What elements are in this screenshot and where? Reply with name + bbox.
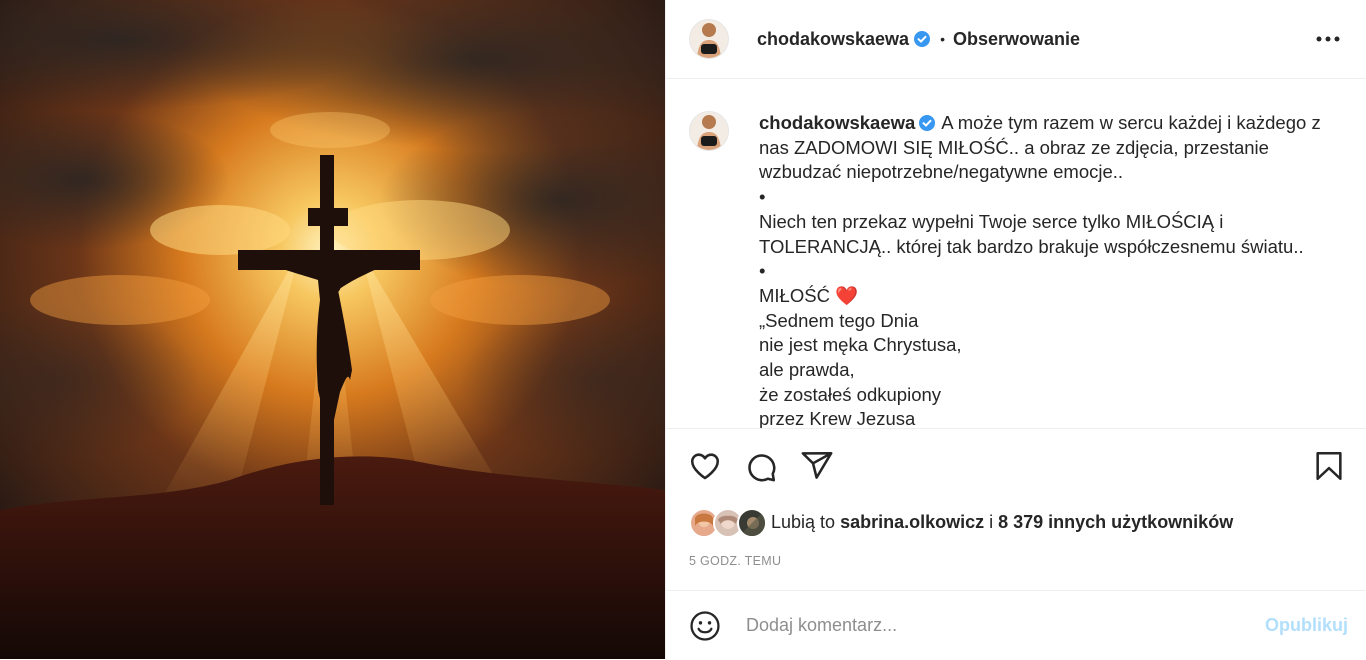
- comment-input[interactable]: [744, 614, 1228, 637]
- post-timestamp[interactable]: 5 GODZ. TEMU: [689, 554, 781, 568]
- author-avatar[interactable]: [689, 19, 729, 59]
- caption-line: wzbudzać niepotrzebne/negatywne emocje..: [759, 161, 1124, 183]
- caption-line: nas ZADOMOWI SIĘ MIŁOŚĆ.. a obraz ze zdj…: [759, 136, 1269, 158]
- post-photo[interactable]: [0, 0, 665, 659]
- caption-bullet: •: [759, 186, 766, 208]
- verified-badge-icon: [914, 31, 931, 47]
- post-header: chodakowskaewa • Obserwowanie: [666, 0, 1366, 79]
- author-username[interactable]: chodakowskaewa: [757, 29, 909, 50]
- sunset-crucifix-image: [0, 0, 665, 659]
- liker-avatar: [737, 508, 767, 538]
- comments-scroll-area[interactable]: chodakowskaewa A może tym razem w sercu k…: [666, 79, 1366, 429]
- separator-dot: •: [940, 31, 945, 47]
- likes-count-link[interactable]: 8 379 innych użytkowników: [998, 512, 1233, 533]
- verified-badge-icon: [919, 113, 936, 131]
- comment-bubble-icon[interactable]: [744, 449, 778, 483]
- bookmark-icon[interactable]: [1312, 449, 1346, 483]
- add-comment-bar: Opublikuj: [666, 590, 1366, 660]
- caption-line: przez Krew Jezusa: [759, 408, 916, 429]
- post-side-panel: chodakowskaewa • Obserwowanie chodakowsk…: [665, 0, 1366, 659]
- caption-line: „Sednem tego Dnia: [759, 309, 919, 331]
- caption-line: MIŁOŚĆ ❤️: [759, 284, 859, 306]
- caption-line: ale prawda,: [759, 359, 855, 381]
- publish-button[interactable]: Opublikuj: [1265, 615, 1348, 636]
- post-view: chodakowskaewa • Obserwowanie chodakowsk…: [0, 0, 1366, 659]
- following-button[interactable]: Obserwowanie: [953, 29, 1080, 50]
- caption-author-avatar[interactable]: [689, 111, 729, 151]
- caption-line: TOLERANCJĄ.. której tak bardzo brakuje w…: [759, 235, 1304, 257]
- actions-divider: [666, 428, 1366, 429]
- caption-line: Niech ten przekaz wypełni Twoje serce ty…: [759, 210, 1224, 232]
- liker-username-link[interactable]: sabrina.olkowicz: [840, 512, 984, 533]
- likes-summary: Lubią to sabrina.olkowicz i 8 379 innych…: [689, 508, 1233, 538]
- caption-line: nie jest męka Chrystusa,: [759, 334, 962, 356]
- likes-middle: i: [984, 511, 999, 532]
- caption-username[interactable]: chodakowskaewa: [759, 112, 915, 133]
- paper-plane-icon[interactable]: [800, 449, 834, 483]
- post-caption: chodakowskaewa A może tym razem w sercu k…: [689, 111, 1321, 429]
- caption-bullet: •: [759, 260, 766, 282]
- liker-avatars[interactable]: [689, 508, 767, 538]
- more-horizontal-icon[interactable]: [1316, 27, 1340, 51]
- action-bar: [688, 449, 1346, 483]
- likes-prefix: Lubią to: [771, 511, 841, 532]
- heart-outline-icon[interactable]: [688, 449, 722, 483]
- red-heart-emoji: ❤️: [835, 284, 859, 306]
- caption-line: chodakowskaewa A może tym razem w sercu k…: [759, 112, 1321, 133]
- caption-text: chodakowskaewa A może tym razem w sercu k…: [759, 111, 1321, 429]
- caption-line: że zostałeś odkupiony: [759, 383, 942, 405]
- smiley-icon[interactable]: [688, 609, 722, 643]
